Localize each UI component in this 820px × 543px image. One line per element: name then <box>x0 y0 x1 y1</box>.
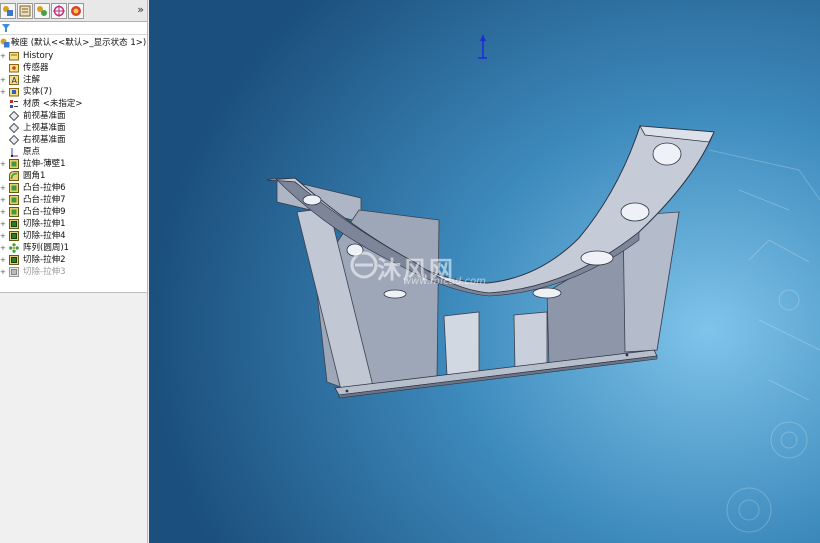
expand-icon[interactable]: + <box>0 88 6 96</box>
tree-item-label: 阵列(圆周)1 <box>23 243 70 253</box>
tree-item-annotations[interactable]: + A 注解 <box>0 74 147 86</box>
display-manager-tab[interactable] <box>68 3 84 19</box>
tree-item-material[interactable]: 材质 <未指定> <box>0 98 147 110</box>
tree-item-origin[interactable]: 原点 <box>0 146 147 158</box>
extrude-icon <box>9 183 19 193</box>
history-folder-icon <box>9 52 19 61</box>
tree-item-label: 实体(7) <box>23 87 53 97</box>
expand-icon[interactable]: + <box>0 196 6 204</box>
tree-item-solid-bodies[interactable]: + 实体(7) <box>0 86 147 98</box>
property-manager-tab[interactable] <box>17 3 33 19</box>
tree-item-label: 传感器 <box>23 63 49 73</box>
tree-item-circular-pattern-1[interactable]: + 阵列(圆周)1 <box>0 242 147 254</box>
part-icon <box>0 38 10 48</box>
sensor-icon <box>9 64 19 73</box>
configuration-manager-icon <box>37 6 47 16</box>
tree-item-cut-extrude-1[interactable]: + 切除-拉伸1 <box>0 218 147 230</box>
tree-item-thin-extrude-1[interactable]: + 拉伸-薄壁1 <box>0 158 147 170</box>
manager-tab-bar: » <box>0 0 147 22</box>
tree-item-history[interactable]: + History <box>0 50 147 62</box>
tree-root-part[interactable]: 鞍座 (默认<<默认>_显示状态 1>) <box>0 37 147 49</box>
extrude-icon <box>9 195 19 205</box>
tree-item-boss-extrude-9[interactable]: + 凸台-拉伸9 <box>0 206 147 218</box>
filter-icon[interactable] <box>1 23 11 33</box>
tree-item-label: 圆角1 <box>23 171 46 181</box>
tree-item-label: 原点 <box>23 147 41 157</box>
triad-icon <box>478 35 487 59</box>
tree-item-right-plane[interactable]: 右视基准面 <box>0 134 147 146</box>
tree-item-cut-extrude-3[interactable]: + 切除-拉伸3 <box>0 266 147 278</box>
watermark-url: www.mfcad.com <box>403 276 486 287</box>
tree-item-cut-extrude-4[interactable]: + 切除-拉伸4 <box>0 230 147 242</box>
tree-item-label: 拉伸-薄壁1 <box>23 159 66 169</box>
expand-icon[interactable]: + <box>0 244 6 252</box>
dimxpert-icon <box>53 5 65 17</box>
expand-icon[interactable]: + <box>0 208 6 216</box>
tree-item-fillet-1[interactable]: 圆角1 <box>0 170 147 182</box>
tree-item-sensors[interactable]: 传感器 <box>0 62 147 74</box>
filter-row <box>0 22 147 35</box>
expand-icon[interactable]: + <box>0 256 6 264</box>
tree-item-label: 右视基准面 <box>23 135 66 145</box>
display-manager-icon <box>71 6 81 16</box>
tree-item-boss-extrude-6[interactable]: + 凸台-拉伸6 <box>0 182 147 194</box>
expand-icon[interactable]: + <box>0 160 6 168</box>
tree-root-label: 鞍座 (默认<<默认>_显示状态 1>) <box>11 38 147 48</box>
cut-extrude-icon <box>9 267 19 277</box>
tree-item-label: History <box>23 51 54 61</box>
plane-icon <box>9 111 19 121</box>
extrude-icon <box>9 159 19 169</box>
circular-pattern-icon <box>9 243 19 253</box>
tree-item-label: 凸台-拉伸7 <box>23 195 66 205</box>
tree-item-label: 切除-拉伸2 <box>23 255 66 265</box>
cut-extrude-icon <box>9 219 19 229</box>
expand-icon[interactable]: + <box>0 52 6 60</box>
tree-item-label: 材质 <未指定> <box>23 99 83 109</box>
tree-item-boss-extrude-7[interactable]: + 凸台-拉伸7 <box>0 194 147 206</box>
tree-item-label: 上视基准面 <box>23 123 66 133</box>
configuration-manager-tab[interactable] <box>34 3 50 19</box>
tree-item-label: 凸台-拉伸9 <box>23 207 66 217</box>
feature-manager-icon <box>3 6 13 16</box>
expand-icon[interactable]: + <box>0 232 6 240</box>
tree-item-label: 凸台-拉伸6 <box>23 183 66 193</box>
tree-item-label: 切除-拉伸3 <box>23 267 66 277</box>
origin-icon <box>10 148 18 157</box>
material-icon <box>10 100 18 108</box>
tree-item-label: 注解 <box>23 75 41 85</box>
watermark: 沐风网 www.mfcad.com <box>349 248 549 292</box>
background-sketch-decoration <box>708 149 820 533</box>
feature-manager-tab[interactable] <box>0 3 16 19</box>
expand-icon[interactable]: + <box>0 268 6 276</box>
extrude-icon <box>9 207 19 217</box>
feature-manager-panel: » 鞍座 (默认<<默认>_显示状态 1>) + History 传感器 + A… <box>0 0 148 543</box>
annotation-icon: A <box>9 75 19 85</box>
plane-icon <box>9 135 19 145</box>
expand-icon[interactable]: + <box>0 184 6 192</box>
svg-text:A: A <box>12 76 18 85</box>
cut-extrude-icon <box>9 255 19 265</box>
watermark-logo-icon <box>350 251 378 279</box>
graphics-viewport[interactable]: 沐风网 www.mfcad.com <box>149 0 820 543</box>
tree-item-label: 切除-拉伸1 <box>23 219 66 229</box>
property-manager-icon <box>19 5 31 17</box>
more-tabs-button[interactable]: » <box>137 3 144 17</box>
panel-empty-area <box>0 292 147 543</box>
solid-bodies-icon <box>9 88 19 97</box>
fillet-icon <box>9 171 19 181</box>
expand-icon[interactable]: + <box>0 220 6 228</box>
tree-item-front-plane[interactable]: 前视基准面 <box>0 110 147 122</box>
cut-extrude-icon <box>9 231 19 241</box>
tree-item-label: 切除-拉伸4 <box>23 231 66 241</box>
plane-icon <box>9 123 19 133</box>
tree-item-cut-extrude-2[interactable]: + 切除-拉伸2 <box>0 254 147 266</box>
tree-item-label: 前视基准面 <box>23 111 66 121</box>
expand-icon[interactable]: + <box>0 76 6 84</box>
tree-item-top-plane[interactable]: 上视基准面 <box>0 122 147 134</box>
dimxpert-tab[interactable] <box>51 3 67 19</box>
